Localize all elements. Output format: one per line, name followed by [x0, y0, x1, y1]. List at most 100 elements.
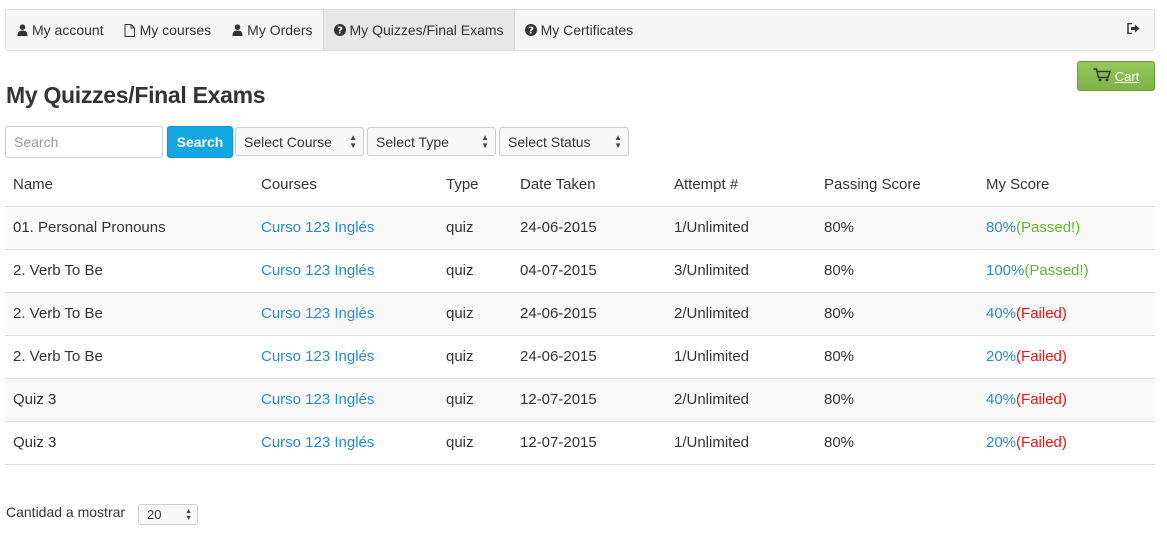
logout-button[interactable]	[1113, 10, 1154, 50]
header-attempt: Attempt #	[666, 163, 816, 207]
user-icon	[231, 24, 243, 36]
cell-score: 20%	[986, 348, 1017, 365]
nav-label: My account	[32, 22, 104, 38]
cell-attempt: 1/Unlimited	[666, 334, 816, 378]
cell-name: 2. Verb To Be	[5, 248, 253, 292]
nav-my-quizzes[interactable]: ? My Quizzes/Final Exams	[322, 10, 515, 50]
updown-arrow-icon: ▲ ▼	[185, 508, 192, 522]
nav-my-orders[interactable]: My Orders	[221, 10, 322, 50]
cell-date: 04-07-2015	[512, 248, 666, 292]
cell-date: 24-06-2015	[512, 334, 666, 378]
course-link[interactable]: Curso 123 Inglés	[261, 305, 374, 322]
table-row: 2. Verb To Be Curso 123 Inglés quiz 04-0…	[5, 248, 1155, 292]
cell-score: 80%	[986, 219, 1017, 236]
table-row: 2. Verb To Be Curso 123 Inglés quiz 24-0…	[5, 291, 1155, 335]
course-link[interactable]: Curso 123 Inglés	[261, 434, 374, 451]
cell-date: 12-07-2015	[512, 420, 666, 465]
cell-name: 2. Verb To Be	[5, 291, 253, 335]
cell-type: quiz	[438, 248, 512, 292]
cell-type: quiz	[438, 377, 512, 421]
cell-date: 12-07-2015	[512, 377, 666, 421]
user-icon	[16, 24, 28, 36]
nav-my-courses[interactable]: My courses	[114, 10, 222, 50]
header-courses: Courses	[253, 163, 438, 207]
result-status: (Failed)	[1016, 305, 1067, 322]
cell-type: quiz	[438, 205, 512, 249]
cell-score: 100%	[986, 262, 1025, 279]
file-icon	[124, 23, 136, 37]
search-input[interactable]	[5, 126, 163, 158]
updown-arrow-icon: ▲ ▼	[349, 133, 357, 150]
header-type: Type	[438, 163, 512, 207]
nav-label: My Certificates	[540, 22, 634, 38]
cell-type: quiz	[438, 420, 512, 465]
question-circle-icon: ?	[333, 24, 346, 37]
quizzes-table: Name Courses Type Date Taken Attempt # P…	[5, 163, 1155, 465]
nav-label: My Orders	[247, 22, 313, 38]
select-course-dropdown[interactable]: Select Course ▲ ▼	[235, 127, 364, 156]
cell-passing: 80%	[816, 420, 978, 465]
result-status: (Failed)	[1016, 348, 1067, 365]
course-link[interactable]: Curso 123 Inglés	[261, 348, 374, 365]
select-status-value: Select Status	[508, 133, 591, 150]
header-name: Name	[5, 163, 253, 207]
course-link[interactable]: Curso 123 Inglés	[261, 391, 374, 408]
result-status: (Passed!)	[1024, 262, 1089, 279]
course-link[interactable]: Curso 123 Inglés	[261, 262, 374, 279]
per-page-label: Cantidad a mostrar	[6, 504, 126, 520]
table-row: 2. Verb To Be Curso 123 Inglés quiz 24-0…	[5, 334, 1155, 378]
cart-icon	[1093, 67, 1111, 85]
course-link[interactable]: Curso 123 Inglés	[261, 219, 374, 236]
cell-passing: 80%	[816, 377, 978, 421]
search-button[interactable]: Search	[167, 126, 233, 158]
select-type-dropdown[interactable]: Select Type ▲ ▼	[367, 127, 496, 156]
cell-score: 40%	[986, 391, 1017, 408]
sign-out-icon	[1127, 21, 1140, 39]
table-row: Quiz 3 Curso 123 Inglés quiz 12-07-2015 …	[5, 377, 1155, 421]
select-type-value: Select Type	[376, 133, 449, 150]
table-header-row: Name Courses Type Date Taken Attempt # P…	[5, 163, 1155, 207]
cell-attempt: 2/Unlimited	[666, 377, 816, 421]
table-row: Quiz 3 Curso 123 Inglés quiz 12-07-2015 …	[5, 420, 1155, 465]
cell-score: 40%	[986, 305, 1017, 322]
account-nav-bar: My account My courses My Orders ? My Qui…	[5, 9, 1155, 51]
cell-name: Quiz 3	[5, 420, 253, 465]
per-page-select[interactable]: 20 ▲ ▼	[138, 504, 198, 525]
nav-my-account[interactable]: My account	[6, 10, 114, 50]
cell-attempt: 3/Unlimited	[666, 248, 816, 292]
nav-label: My courses	[139, 22, 212, 38]
question-circle-icon: ?	[524, 24, 537, 37]
select-course-value: Select Course	[244, 133, 332, 150]
result-status: (Failed)	[1016, 434, 1067, 451]
nav-my-certificates[interactable]: ? My Certificates	[515, 10, 644, 50]
cell-passing: 80%	[816, 291, 978, 335]
cell-date: 24-06-2015	[512, 291, 666, 335]
cart-button[interactable]: Cart	[1077, 61, 1155, 91]
updown-arrow-icon: ▲ ▼	[614, 133, 622, 150]
updown-arrow-icon: ▲ ▼	[481, 133, 489, 150]
result-status: (Failed)	[1016, 391, 1067, 408]
nav-label: My Quizzes/Final Exams	[349, 22, 504, 38]
header-passing-score: Passing Score	[816, 163, 978, 207]
cell-type: quiz	[438, 334, 512, 378]
svg-text:?: ?	[337, 26, 343, 37]
cell-score: 20%	[986, 434, 1017, 451]
cart-label: Cart	[1114, 68, 1140, 84]
cell-name: 2. Verb To Be	[5, 334, 253, 378]
result-status: (Passed!)	[1016, 219, 1081, 236]
header-my-score: My Score	[978, 163, 1155, 207]
cell-passing: 80%	[816, 205, 978, 249]
table-row: 01. Personal Pronouns Curso 123 Inglés q…	[5, 205, 1155, 249]
cell-date: 24-06-2015	[512, 205, 666, 249]
page-title: My Quizzes/Final Exams	[6, 82, 266, 108]
cell-name: 01. Personal Pronouns	[5, 205, 253, 249]
header-date-taken: Date Taken	[512, 163, 666, 207]
cell-attempt: 1/Unlimited	[666, 205, 816, 249]
svg-text:?: ?	[528, 26, 534, 37]
cell-attempt: 1/Unlimited	[666, 420, 816, 465]
per-page-value: 20	[147, 507, 162, 522]
cell-passing: 80%	[816, 334, 978, 378]
cell-type: quiz	[438, 291, 512, 335]
select-status-dropdown[interactable]: Select Status ▲ ▼	[499, 127, 629, 156]
